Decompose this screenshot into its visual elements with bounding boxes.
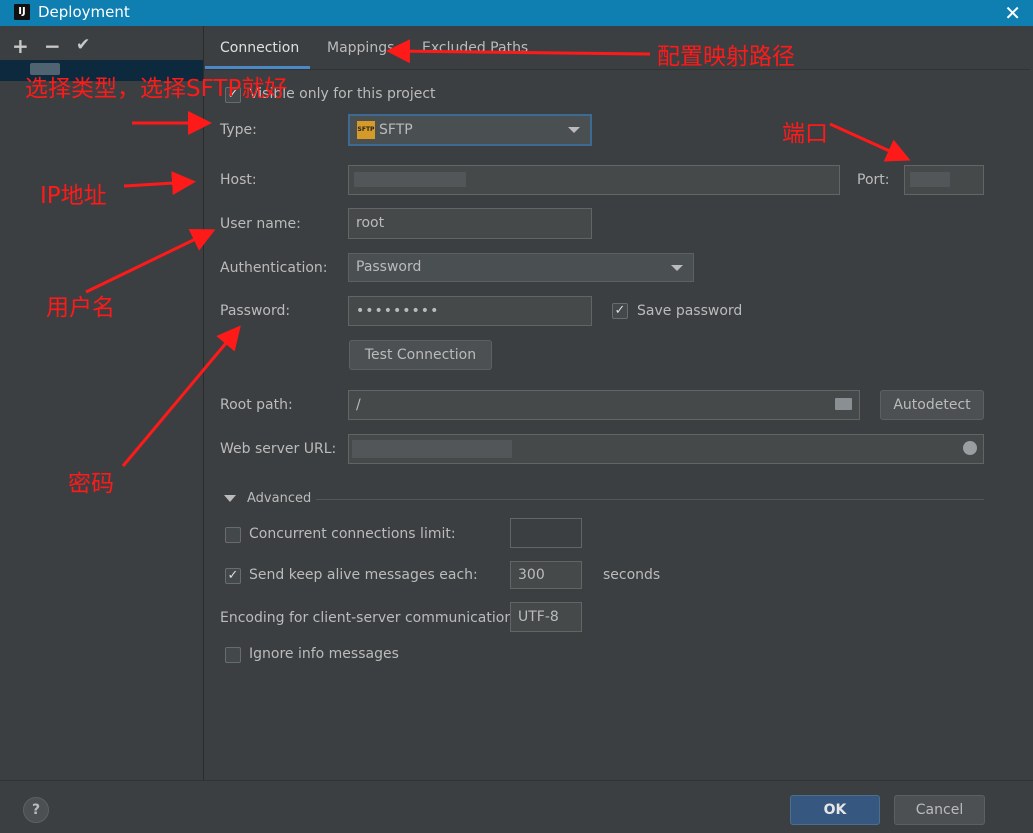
keep-alive-label: Send keep alive messages each: [249, 567, 478, 583]
url-redacted-blur [352, 440, 512, 458]
encoding-input[interactable]: UTF-8 [510, 602, 582, 632]
save-password-label: Save password [637, 303, 743, 319]
tab-mappings[interactable]: Mappings [327, 40, 394, 56]
annotation-port: 端口 [782, 121, 828, 147]
help-button[interactable]: ? [23, 797, 49, 823]
advanced-section-title[interactable]: Advanced [247, 491, 311, 506]
set-default-button[interactable]: ✔ [76, 35, 90, 55]
chevron-down-icon [568, 127, 580, 133]
intellij-logo-icon: IJ [14, 4, 30, 20]
collapse-triangle-icon[interactable] [224, 495, 236, 502]
password-input[interactable]: ••••••••• [348, 296, 592, 326]
username-input[interactable]: root [348, 208, 592, 239]
type-dropdown[interactable]: SFTP SFTP [348, 114, 592, 146]
annotation-ip: IP地址 [40, 183, 107, 209]
ok-button[interactable]: OK [790, 795, 880, 825]
tab-divider [204, 69, 1030, 70]
test-connection-button[interactable]: Test Connection [349, 340, 492, 370]
title-bar [0, 0, 1033, 26]
keep-alive-input[interactable]: 300 [510, 561, 582, 589]
close-icon[interactable]: ✕ [1004, 0, 1021, 26]
advanced-divider [316, 499, 984, 500]
ignore-info-checkbox[interactable] [225, 647, 241, 663]
port-redacted-blur [910, 172, 950, 187]
type-label: Type: [220, 122, 257, 138]
annotation-password: 密码 [68, 471, 114, 497]
concurrent-limit-input[interactable] [510, 518, 582, 548]
concurrent-limit-label: Concurrent connections limit: [249, 526, 456, 542]
annotation-type: 选择类型，选择SFTP就好 [25, 76, 288, 102]
cancel-button[interactable]: Cancel [894, 795, 985, 825]
encoding-label: Encoding for client-server communication… [220, 610, 518, 626]
sftp-icon: SFTP [357, 121, 375, 139]
username-label: User name: [220, 216, 301, 232]
root-path-label: Root path: [220, 397, 293, 413]
save-password-checkbox[interactable]: ✓ [612, 303, 628, 319]
web-server-url-label: Web server URL: [220, 441, 337, 457]
tab-excluded-paths[interactable]: Excluded Paths [422, 40, 528, 56]
authentication-dropdown[interactable]: Password [348, 253, 694, 282]
authentication-value: Password [356, 259, 422, 275]
type-value: SFTP [379, 122, 413, 138]
annotation-username: 用户名 [46, 295, 115, 321]
host-label: Host: [220, 172, 257, 188]
server-list-panel [0, 26, 204, 780]
authentication-label: Authentication: [220, 260, 328, 276]
window-title: Deployment [38, 3, 130, 21]
add-server-button[interactable]: + [12, 34, 29, 58]
password-label: Password: [220, 303, 291, 319]
concurrent-limit-checkbox[interactable] [225, 527, 241, 543]
chevron-down-icon [671, 265, 683, 271]
port-label: Port: [857, 172, 890, 188]
ignore-info-label: Ignore info messages [249, 646, 399, 662]
host-redacted-blur [354, 172, 466, 187]
autodetect-button[interactable]: Autodetect [880, 390, 984, 420]
root-path-input[interactable]: / [348, 390, 860, 420]
keep-alive-checkbox[interactable]: ✓ [225, 568, 241, 584]
folder-icon[interactable] [835, 398, 852, 410]
arrow-to-port [829, 122, 911, 162]
annotation-mapping: 配置映射路径 [657, 44, 795, 70]
seconds-label: seconds [603, 567, 661, 583]
globe-icon[interactable] [963, 441, 977, 455]
tab-connection[interactable]: Connection [220, 40, 299, 56]
remove-server-button[interactable]: − [44, 34, 61, 58]
